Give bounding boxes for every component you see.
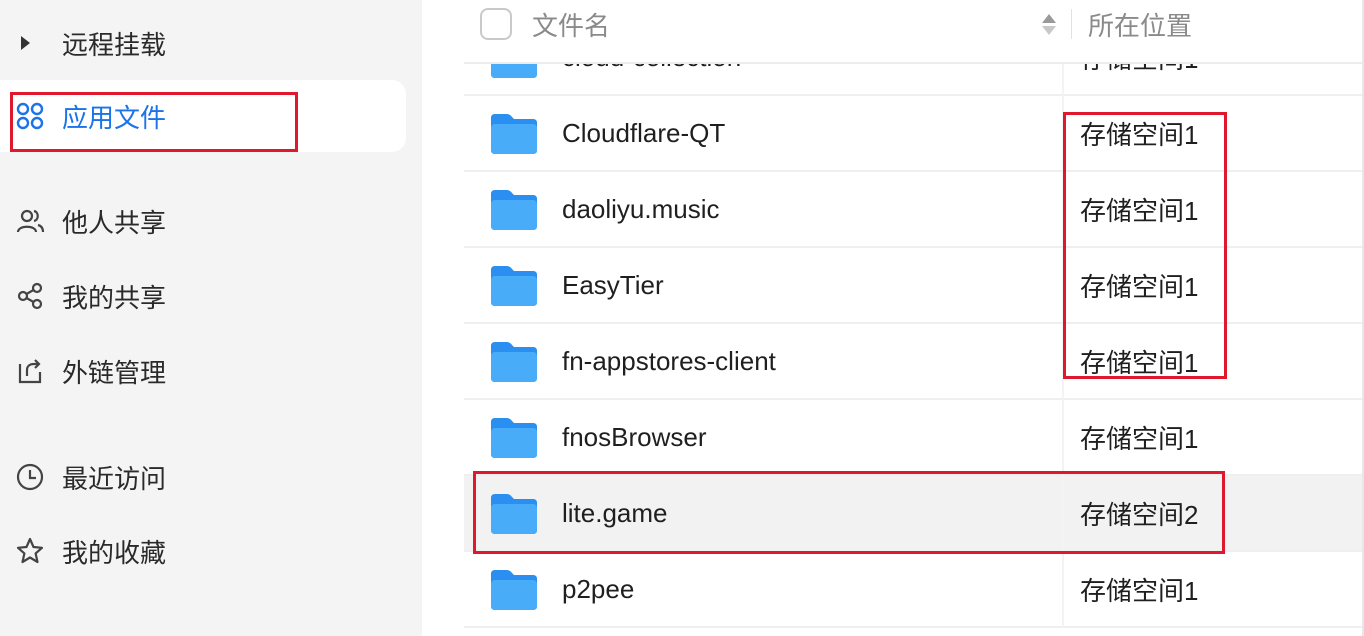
- table-row[interactable]: EasyTier 存储空间1: [464, 248, 1364, 324]
- file-location: 存储空间1: [1080, 347, 1199, 378]
- folder-icon: [491, 190, 537, 230]
- sidebar-item-my-shares[interactable]: 我的共享: [0, 261, 166, 331]
- sidebar-item-remote-mount[interactable]: 远程挂载: [0, 8, 166, 78]
- file-name: cloud-collection: [562, 64, 1062, 73]
- table-header: 文件名 所在位置: [464, 0, 1364, 48]
- file-name: EasyTier: [562, 269, 664, 300]
- sidebar-item-label: 他人共享: [62, 207, 167, 238]
- file-name: Cloudflare-QT: [562, 117, 726, 148]
- column-divider: [1062, 324, 1064, 400]
- column-divider[interactable]: [1071, 9, 1072, 39]
- folder-icon: [491, 494, 537, 534]
- sidebar-item-app-files[interactable]: 应用文件: [0, 80, 406, 152]
- folder-icon: [491, 266, 537, 306]
- star-icon: [14, 535, 46, 567]
- file-list-panel: 文件名 所在位置 cloud-collection 存储空间1 Cloudfla…: [422, 0, 1364, 636]
- column-divider: [1062, 400, 1064, 476]
- select-all-checkbox[interactable]: [480, 8, 512, 40]
- column-divider: [1062, 172, 1064, 248]
- sort-icon[interactable]: [1037, 13, 1061, 35]
- sidebar-item-label: 远程挂载: [62, 29, 167, 60]
- file-name: p2pee: [562, 573, 635, 604]
- sidebar-item-recent[interactable]: 最近访问: [0, 442, 166, 512]
- sidebar: 远程挂载 应用文件 他人共享 我的共享 外链管理 最近访问 我的收藏: [0, 0, 422, 636]
- column-header-name[interactable]: 文件名: [532, 6, 1037, 43]
- table-row-selected[interactable]: lite.game 存储空间2: [464, 476, 1364, 552]
- file-name: daoliyu.music: [562, 193, 720, 224]
- file-location: 存储空间2: [1080, 499, 1199, 530]
- table-row[interactable]: p2pee 存储空间1: [464, 552, 1364, 628]
- external-link-icon: [14, 355, 46, 387]
- table-row[interactable]: cloud-collection 存储空间1: [464, 64, 1364, 96]
- file-location: 存储空间1: [1080, 119, 1199, 150]
- sidebar-item-label: 我的收藏: [62, 537, 167, 568]
- column-divider: [1062, 552, 1064, 628]
- column-header-location[interactable]: 所在位置: [1088, 6, 1192, 43]
- folder-icon: [491, 570, 537, 610]
- file-name: fn-appstores-client: [562, 345, 776, 376]
- file-location: 存储空间1: [1080, 271, 1199, 302]
- sidebar-item-label: 最近访问: [62, 463, 167, 494]
- file-location: 存储空间1: [1080, 575, 1199, 606]
- clock-icon: [14, 461, 46, 493]
- sidebar-item-favorites[interactable]: 我的收藏: [0, 516, 166, 586]
- column-divider: [1062, 476, 1064, 552]
- column-divider: [1062, 64, 1064, 96]
- file-name: fnosBrowser: [562, 421, 707, 452]
- file-location: 存储空间1: [1080, 195, 1199, 226]
- file-location: 存储空间1: [1080, 423, 1199, 454]
- table-row[interactable]: fn-appstores-client 存储空间1: [464, 324, 1364, 400]
- column-divider: [1062, 96, 1064, 172]
- folder-icon: [491, 114, 537, 154]
- share-icon: [14, 280, 46, 312]
- sidebar-item-label: 我的共享: [62, 282, 167, 313]
- file-rows: cloud-collection 存储空间1 Cloudflare-QT 存储空…: [464, 64, 1364, 636]
- sidebar-item-shared-with-me[interactable]: 他人共享: [0, 186, 166, 256]
- caret-right-icon: [16, 27, 36, 59]
- apps-grid-icon: [14, 100, 46, 132]
- table-row[interactable]: Cloudflare-QT 存储空间1: [464, 96, 1364, 172]
- folder-icon: [491, 342, 537, 382]
- sidebar-item-external-links[interactable]: 外链管理: [0, 336, 166, 406]
- file-name: lite.game: [562, 497, 668, 528]
- folder-icon: [491, 64, 537, 78]
- sidebar-item-label: 外链管理: [62, 357, 167, 388]
- users-icon: [14, 205, 46, 237]
- table-row[interactable]: fnosBrowser 存储空间1: [464, 400, 1364, 476]
- column-divider: [1062, 248, 1064, 324]
- sidebar-item-label: 应用文件: [62, 102, 167, 133]
- folder-icon: [491, 418, 537, 458]
- table-row[interactable]: daoliyu.music 存储空间1: [464, 172, 1364, 248]
- file-location: 存储空间1: [1080, 64, 1198, 76]
